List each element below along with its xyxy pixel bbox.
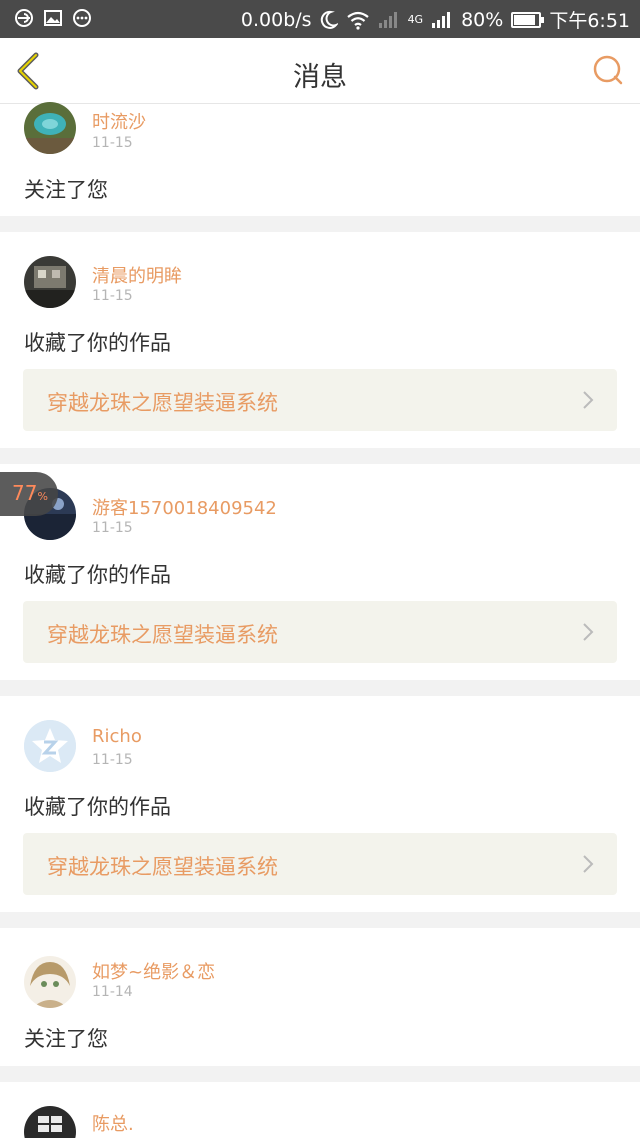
username[interactable]: 如梦~绝影＆恋	[92, 958, 215, 984]
work-link[interactable]: 穿越龙珠之愿望装逼系统	[23, 369, 617, 431]
work-link[interactable]: 穿越龙珠之愿望装逼系统	[23, 601, 617, 663]
avatar[interactable]	[24, 956, 76, 1008]
battery-percent: 80%	[461, 8, 504, 31]
avatar[interactable]	[24, 1106, 76, 1138]
signal-icon-sim2	[432, 11, 451, 28]
message-card[interactable]: 清晨的明眸 11-15 收藏了你的作品 穿越龙珠之愿望装逼系统	[0, 232, 640, 448]
message-card[interactable]: 时流沙 11-15 关注了您	[0, 102, 640, 216]
clock: 下午6:51	[549, 10, 630, 32]
app-notification-icon	[15, 9, 33, 27]
wifi-icon	[346, 11, 369, 30]
username[interactable]: Richo	[92, 726, 142, 747]
message-card[interactable]: Richo 11-15 收藏了你的作品 穿越龙珠之愿望装逼系统	[0, 696, 640, 912]
message-action: 收藏了你的作品	[24, 331, 171, 355]
message-action: 收藏了你的作品	[24, 795, 171, 819]
badge-value: 77	[12, 481, 38, 505]
message-action: 收藏了你的作品	[24, 563, 171, 587]
message-date: 11-14	[92, 984, 133, 1000]
message-date: 11-15	[92, 288, 133, 304]
work-title: 穿越龙珠之愿望装逼系统	[47, 623, 278, 647]
message-card[interactable]: 如梦~绝影＆恋 11-14 关注了您	[0, 928, 640, 1066]
message-date: 11-15	[92, 752, 133, 768]
network-speed: 0.00b/s	[240, 8, 312, 31]
chevron-right-icon	[583, 623, 594, 641]
message-action: 关注了您	[24, 178, 108, 202]
username[interactable]: 清晨的明眸	[92, 262, 182, 288]
battery-icon	[511, 11, 545, 28]
status-bar: 0.00b/s 4G 80% 下午6:51	[0, 0, 640, 38]
avatar[interactable]	[24, 720, 76, 772]
network-type: 4G	[407, 13, 424, 26]
work-title: 穿越龙珠之愿望装逼系统	[47, 855, 278, 879]
signal-icon-sim1	[378, 11, 397, 28]
message-action: 关注了您	[24, 1027, 108, 1051]
chevron-right-icon	[583, 391, 594, 409]
username[interactable]: 游客1570018409542	[92, 494, 277, 520]
more-notifications-icon	[73, 9, 91, 27]
avatar[interactable]	[24, 256, 76, 308]
message-date: 11-15	[92, 135, 133, 151]
battery-fill	[514, 14, 536, 25]
badge-unit: %	[37, 490, 48, 503]
image-notification-icon	[44, 10, 62, 26]
app-header: 消息	[0, 38, 640, 104]
username[interactable]: 陈总.	[92, 1110, 134, 1136]
username[interactable]: 时流沙	[92, 108, 146, 134]
floating-progress-badge[interactable]: 77%	[0, 472, 58, 516]
message-card[interactable]: 陈总.	[0, 1082, 640, 1138]
search-icon[interactable]	[592, 54, 624, 86]
message-list: 时流沙 11-15 关注了您 清晨的明眸 11-15 收藏了你的作品 穿越龙珠之…	[0, 102, 640, 1138]
work-title: 穿越龙珠之愿望装逼系统	[47, 391, 278, 415]
message-card[interactable]: 游客1570018409542 11-15 收藏了你的作品 穿越龙珠之愿望装逼系…	[0, 464, 640, 680]
chevron-right-icon	[583, 855, 594, 873]
work-link[interactable]: 穿越龙珠之愿望装逼系统	[23, 833, 617, 895]
message-date: 11-15	[92, 520, 133, 536]
moon-icon	[320, 10, 338, 29]
avatar[interactable]	[24, 102, 76, 154]
page-title: 消息	[293, 62, 347, 93]
